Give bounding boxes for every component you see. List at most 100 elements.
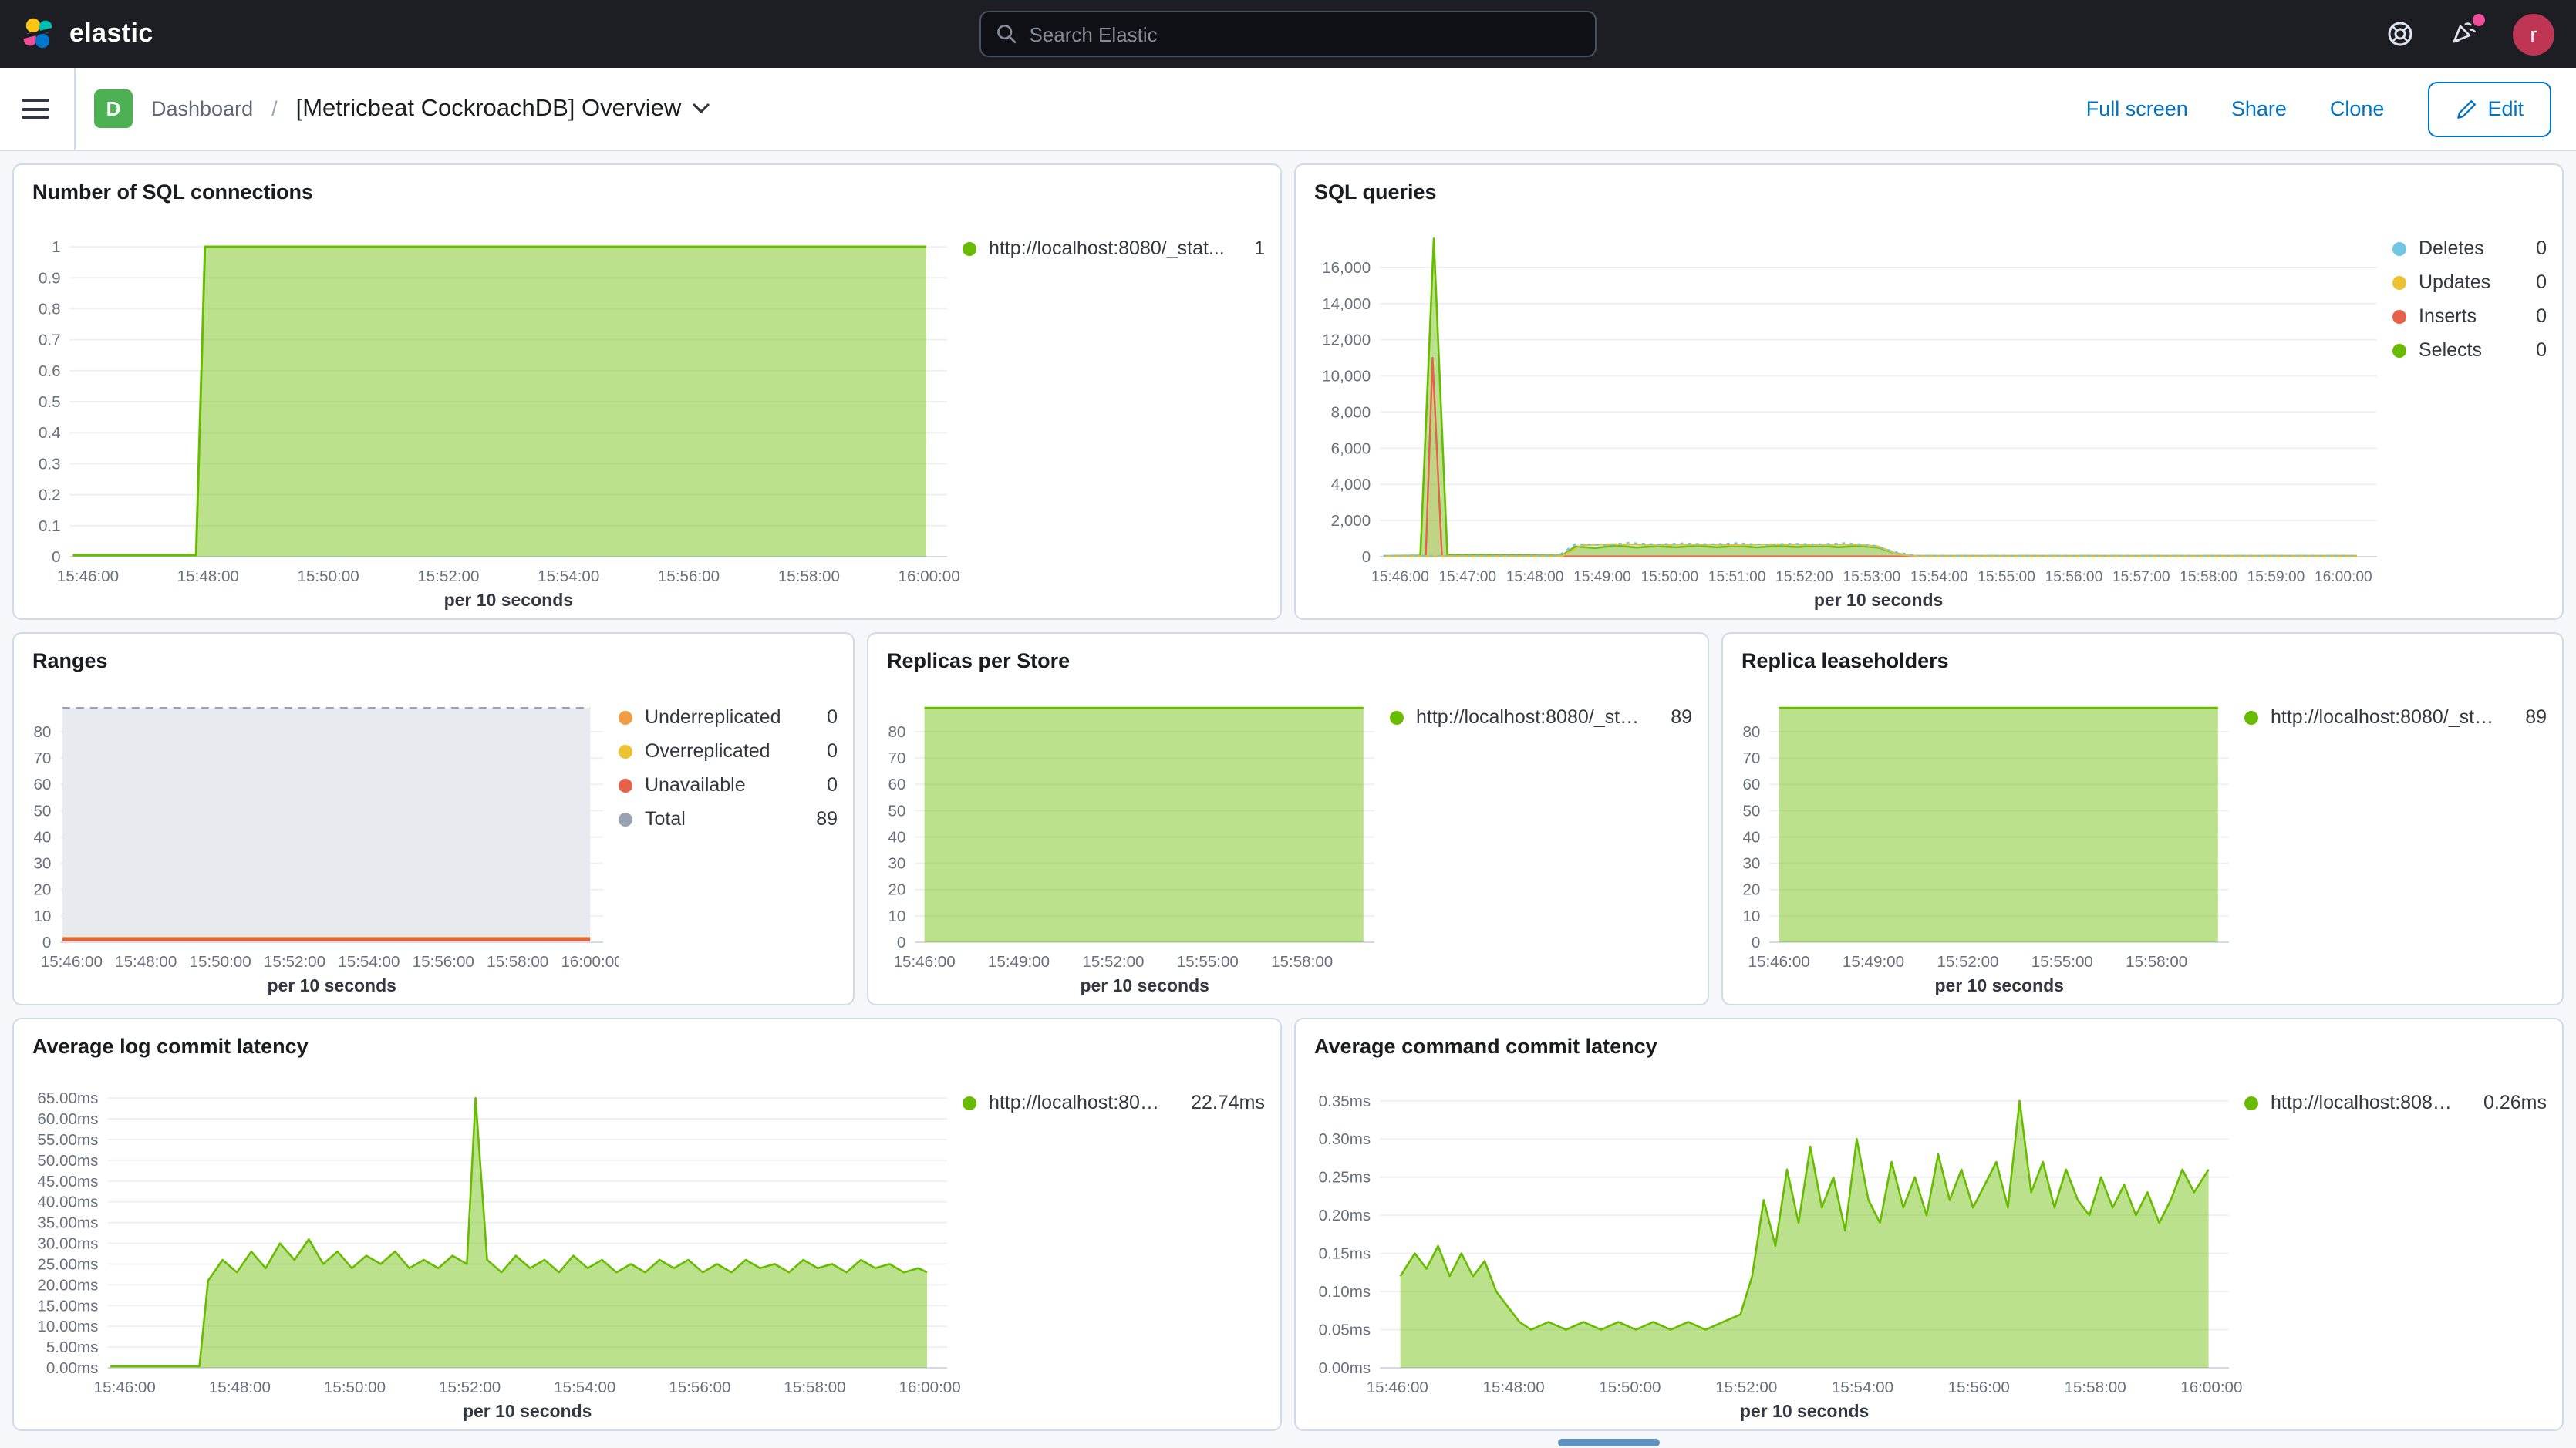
- toolbar-actions: Full screen Share Clone Edit: [2086, 81, 2576, 136]
- newsfeed-icon[interactable]: [2448, 17, 2482, 51]
- svg-text:10: 10: [33, 908, 51, 925]
- chevron-down-icon[interactable]: [692, 103, 709, 114]
- svg-text:2,000: 2,000: [1331, 512, 1371, 530]
- panel-number-of-sql-connections: Number of SQL connections 00.10.20.30.40…: [12, 163, 1282, 620]
- chart-legend: http://localhost:8080... 0.26ms: [2244, 1058, 2547, 1423]
- svg-text:0.1: 0.1: [39, 517, 61, 535]
- page-title: [Metricbeat CockroachDB] Overview: [296, 95, 710, 123]
- svg-text:15:57:00: 15:57:00: [2112, 569, 2170, 585]
- share-link[interactable]: Share: [2231, 97, 2287, 120]
- legend-label: http://localhost:8080/_stat...: [989, 237, 1225, 259]
- svg-text:15:46:00: 15:46:00: [94, 1379, 156, 1396]
- legend-value: 0: [814, 706, 838, 728]
- user-avatar[interactable]: r: [2513, 13, 2554, 55]
- svg-text:60.00ms: 60.00ms: [37, 1110, 98, 1128]
- full-screen-link[interactable]: Full screen: [2086, 97, 2188, 120]
- svg-text:40: 40: [888, 828, 905, 846]
- svg-text:0: 0: [1752, 934, 1760, 951]
- legend-item[interactable]: Underreplicated 0: [619, 706, 838, 728]
- legend-color-dot: [2392, 309, 2406, 323]
- legend-item[interactable]: Deletes 0: [2392, 237, 2547, 259]
- svg-text:25.00ms: 25.00ms: [37, 1255, 98, 1273]
- svg-text:0: 0: [1362, 548, 1371, 566]
- clone-link[interactable]: Clone: [2330, 97, 2385, 120]
- svg-text:50: 50: [888, 802, 905, 820]
- svg-text:15:58:00: 15:58:00: [487, 953, 548, 971]
- svg-text:0.10ms: 0.10ms: [1319, 1283, 1371, 1301]
- legend-item[interactable]: http://localhost:8080/_sta... 89: [1390, 706, 1692, 728]
- pencil-icon: [2455, 98, 2477, 120]
- elastic-logo[interactable]: elastic: [22, 17, 153, 51]
- svg-text:20.00ms: 20.00ms: [37, 1276, 98, 1294]
- svg-text:15:54:00: 15:54:00: [338, 953, 400, 971]
- legend-value: 0: [2524, 305, 2547, 327]
- sql-queries-chart[interactable]: 02,0004,0006,0008,00010,00012,00014,0001…: [1302, 204, 2392, 612]
- svg-text:12,000: 12,000: [1322, 332, 1371, 349]
- menu-icon[interactable]: [22, 99, 49, 119]
- legend-item[interactable]: http://localhost:8080/_stat... 1: [963, 237, 1265, 259]
- breadcrumb-dashboard[interactable]: Dashboard: [151, 97, 253, 120]
- svg-text:15:50:00: 15:50:00: [190, 953, 251, 971]
- chart-legend: http://localhost:8080/_stat... 1: [963, 204, 1265, 612]
- elastic-logo-icon: [22, 17, 56, 51]
- legend-item[interactable]: http://localhost:8080/_sta... 89: [2244, 706, 2547, 728]
- svg-text:0.25ms: 0.25ms: [1319, 1169, 1371, 1187]
- replicas-per-store-chart[interactable]: 0102030405060708015:46:0015:49:0015:52:0…: [875, 672, 1390, 998]
- svg-text:15:46:00: 15:46:00: [1367, 1379, 1428, 1396]
- svg-text:15:56:00: 15:56:00: [2045, 569, 2103, 585]
- svg-text:60: 60: [888, 776, 905, 793]
- svg-text:50: 50: [33, 802, 51, 820]
- legend-item[interactable]: Inserts 0: [2392, 305, 2547, 327]
- svg-text:15:48:00: 15:48:00: [177, 567, 239, 585]
- svg-text:10.00ms: 10.00ms: [37, 1318, 98, 1335]
- dashboard-row-1: Number of SQL connections 00.10.20.30.40…: [12, 163, 2564, 620]
- svg-text:15:52:00: 15:52:00: [439, 1379, 501, 1396]
- svg-text:16,000: 16,000: [1322, 259, 1371, 277]
- global-search[interactable]: [979, 11, 1597, 57]
- legend-item[interactable]: Overreplicated 0: [619, 740, 838, 762]
- search-input[interactable]: [1029, 22, 1580, 45]
- dashboard-badge: D: [94, 89, 133, 128]
- svg-text:15:46:00: 15:46:00: [894, 953, 956, 971]
- legend-item[interactable]: Selects 0: [2392, 339, 2547, 361]
- legend-value: 1: [1242, 237, 1265, 259]
- sql-connections-chart[interactable]: 00.10.20.30.40.50.60.70.80.9115:46:0015:…: [20, 204, 963, 612]
- svg-text:15:46:00: 15:46:00: [1748, 953, 1810, 971]
- svg-text:15:46:00: 15:46:00: [41, 953, 103, 971]
- svg-text:15:58:00: 15:58:00: [2065, 1379, 2126, 1396]
- horizontal-scrollbar-thumb[interactable]: [1558, 1439, 1660, 1446]
- toolbar-divider: [74, 68, 76, 150]
- panel-title: Ranges: [14, 634, 853, 672]
- svg-text:15:54:00: 15:54:00: [1910, 569, 1968, 585]
- ranges-chart[interactable]: 0102030405060708015:46:0015:48:0015:50:0…: [20, 672, 619, 998]
- svg-text:30: 30: [1742, 855, 1760, 873]
- svg-text:60: 60: [33, 776, 51, 793]
- legend-item[interactable]: Unavailable 0: [619, 774, 838, 796]
- replica-leaseholders-chart[interactable]: 0102030405060708015:46:0015:49:0015:52:0…: [1729, 672, 2244, 998]
- svg-text:15:49:00: 15:49:00: [1843, 953, 1904, 971]
- log-commit-latency-chart[interactable]: 0.00ms5.00ms10.00ms15.00ms20.00ms25.00ms…: [20, 1058, 963, 1423]
- svg-text:15:56:00: 15:56:00: [413, 953, 474, 971]
- svg-text:15:56:00: 15:56:00: [669, 1379, 730, 1396]
- legend-item[interactable]: http://localhost:808... 22.74ms: [963, 1092, 1265, 1113]
- legend-item[interactable]: Updates 0: [2392, 271, 2547, 293]
- legend-item[interactable]: Total 89: [619, 808, 838, 830]
- help-icon[interactable]: [2383, 17, 2417, 51]
- command-commit-latency-chart[interactable]: 0.00ms0.05ms0.10ms0.15ms0.20ms0.25ms0.30…: [1302, 1058, 2244, 1423]
- panel-sql-queries: SQL queries 02,0004,0006,0008,00010,0001…: [1294, 163, 2564, 620]
- edit-button[interactable]: Edit: [2427, 81, 2551, 136]
- svg-text:15:52:00: 15:52:00: [417, 567, 479, 585]
- dashboard-row-3: Average log commit latency 0.00ms5.00ms1…: [12, 1018, 2564, 1431]
- svg-text:40: 40: [33, 828, 51, 846]
- svg-text:15:58:00: 15:58:00: [1271, 953, 1333, 971]
- svg-text:per 10 seconds: per 10 seconds: [444, 590, 573, 610]
- svg-text:0.00ms: 0.00ms: [46, 1359, 99, 1377]
- legend-label: Unavailable: [645, 774, 746, 796]
- panel-average-log-commit-latency: Average log commit latency 0.00ms5.00ms1…: [12, 1018, 1282, 1431]
- legend-item[interactable]: http://localhost:8080... 0.26ms: [2244, 1092, 2547, 1113]
- svg-text:16:00:00: 16:00:00: [2180, 1379, 2242, 1396]
- svg-text:0: 0: [42, 934, 51, 951]
- svg-text:8,000: 8,000: [1331, 403, 1371, 421]
- svg-text:15:54:00: 15:54:00: [538, 567, 599, 585]
- svg-text:0.5: 0.5: [39, 393, 61, 411]
